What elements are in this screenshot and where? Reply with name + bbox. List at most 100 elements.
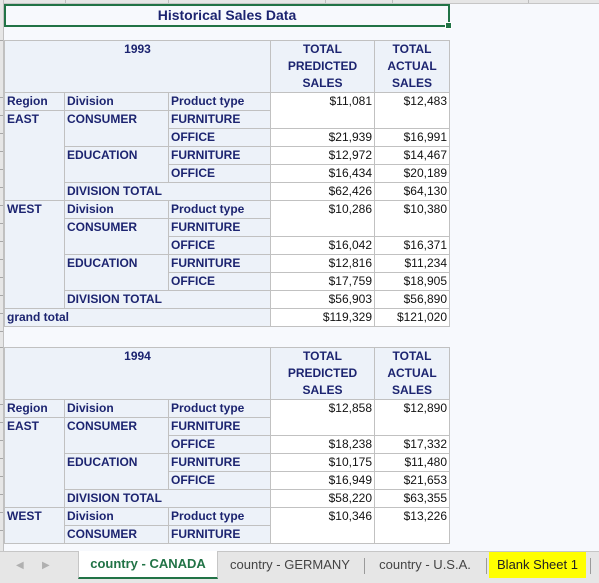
predicted-sales-value[interactable]: $12,972: [270, 146, 375, 165]
grand-total-predicted[interactable]: $119,329: [270, 308, 375, 327]
fill-handle[interactable]: [445, 22, 452, 29]
region-cell[interactable]: WEST: [4, 507, 65, 544]
row-divider[interactable]: [0, 295, 3, 296]
division-cell[interactable]: EDUCATION: [64, 146, 169, 183]
actual-sales-total[interactable]: $64,130: [374, 182, 450, 201]
row-divider[interactable]: [0, 115, 3, 116]
column-divider[interactable]: [168, 0, 169, 3]
predicted-sales-value[interactable]: $17,759: [270, 272, 375, 291]
predicted-sales-total[interactable]: $62,426: [270, 182, 375, 201]
row-divider[interactable]: [0, 440, 3, 441]
actual-sales-value[interactable]: $21,653: [374, 471, 450, 490]
product-type-cell[interactable]: FURNITURE: [168, 254, 271, 273]
year-header[interactable]: 1994: [4, 347, 271, 400]
actual-sales-header[interactable]: TOTAL ACTUAL SALES: [374, 347, 450, 400]
row-divider[interactable]: [0, 223, 3, 224]
row-divider[interactable]: [0, 133, 3, 134]
division-label[interactable]: Division: [64, 507, 169, 526]
product-type-cell[interactable]: OFFICE: [168, 236, 271, 255]
predicted-sales-value[interactable]: $21,939: [270, 128, 375, 147]
row-divider[interactable]: [0, 476, 3, 477]
row-divider[interactable]: [0, 512, 3, 513]
product-type-cell[interactable]: OFFICE: [168, 164, 271, 183]
report-title-cell[interactable]: Historical Sales Data: [4, 4, 452, 29]
product-type-cell[interactable]: FURNITURE: [168, 453, 271, 472]
product-type-cell[interactable]: FURNITURE: [168, 417, 271, 436]
division-label[interactable]: Division: [64, 200, 169, 219]
product-type-label[interactable]: Product type: [168, 92, 271, 111]
actual-sales-value[interactable]: $11,234: [374, 254, 450, 273]
actual-sales-value[interactable]: $16,991: [374, 128, 450, 147]
predicted-sales-value[interactable]: $18,238: [270, 435, 375, 454]
column-divider[interactable]: [528, 0, 529, 3]
actual-sales-total[interactable]: $63,355: [374, 489, 450, 508]
actual-sales-value[interactable]: $17,332: [374, 435, 450, 454]
predicted-sales-header[interactable]: TOTAL PREDICTED SALES: [270, 40, 375, 93]
row-divider[interactable]: [0, 40, 3, 41]
actual-sales-value[interactable]: $10,380: [374, 200, 450, 237]
row-divider[interactable]: [0, 313, 3, 314]
actual-sales-header[interactable]: TOTAL ACTUAL SALES: [374, 40, 450, 93]
tab-country-canada[interactable]: country - CANADA: [78, 551, 218, 579]
tab-country-germany[interactable]: country - GERMANY: [218, 552, 362, 578]
predicted-sales-total[interactable]: $56,903: [270, 290, 375, 309]
product-type-cell[interactable]: FURNITURE: [168, 110, 271, 129]
grand-total-actual[interactable]: $121,020: [374, 308, 450, 327]
region-cell[interactable]: EAST: [4, 110, 65, 201]
product-type-cell[interactable]: FURNITURE: [168, 525, 271, 544]
product-type-label[interactable]: Product type: [168, 507, 271, 526]
predicted-sales-value[interactable]: $16,949: [270, 471, 375, 490]
row-divider[interactable]: [0, 530, 3, 531]
predicted-sales-value[interactable]: $16,042: [270, 236, 375, 255]
product-type-cell[interactable]: OFFICE: [168, 435, 271, 454]
product-type-cell[interactable]: OFFICE: [168, 272, 271, 291]
division-cell[interactable]: CONSUMER: [64, 417, 169, 454]
column-divider[interactable]: [65, 0, 66, 3]
actual-sales-value[interactable]: $13,226: [374, 507, 450, 544]
predicted-sales-value[interactable]: $12,816: [270, 254, 375, 273]
predicted-sales-header[interactable]: TOTAL PREDICTED SALES: [270, 347, 375, 400]
region-header-cell[interactable]: Region: [4, 92, 65, 111]
row-divider[interactable]: [0, 97, 3, 98]
tab-blank-sheet-1[interactable]: Blank Sheet 1: [489, 552, 586, 578]
row-divider[interactable]: [0, 259, 3, 260]
row-divider[interactable]: [0, 187, 3, 188]
next-sheet-icon[interactable]: ▶: [42, 560, 50, 571]
predicted-sales-value[interactable]: $12,858: [270, 399, 375, 436]
division-label[interactable]: Division: [64, 399, 169, 418]
row-divider[interactable]: [0, 277, 3, 278]
row-divider[interactable]: [0, 205, 3, 206]
actual-sales-value[interactable]: $11,480: [374, 453, 450, 472]
division-cell[interactable]: EDUCATION: [64, 453, 169, 490]
actual-sales-value[interactable]: $20,189: [374, 164, 450, 183]
worksheet[interactable]: Historical Sales Data 1993 TOTAL PREDICTED…: [4, 4, 599, 551]
column-divider[interactable]: [392, 0, 393, 3]
predicted-sales-value[interactable]: $16,434: [270, 164, 375, 183]
predicted-sales-value[interactable]: $11,081: [270, 92, 375, 129]
division-total-label[interactable]: DIVISION TOTAL: [64, 489, 271, 508]
row-divider[interactable]: [0, 458, 3, 459]
product-type-cell[interactable]: FURNITURE: [168, 146, 271, 165]
actual-sales-value[interactable]: $12,890: [374, 399, 450, 436]
product-type-label[interactable]: Product type: [168, 200, 271, 219]
row-divider[interactable]: [0, 331, 3, 332]
row-divider[interactable]: [0, 494, 3, 495]
prev-sheet-icon[interactable]: ◀: [16, 560, 24, 571]
column-divider[interactable]: [325, 0, 326, 3]
product-type-cell[interactable]: OFFICE: [168, 471, 271, 490]
division-total-label[interactable]: DIVISION TOTAL: [64, 290, 271, 309]
division-total-label[interactable]: DIVISION TOTAL: [64, 182, 271, 201]
row-divider[interactable]: [0, 404, 3, 405]
product-type-label[interactable]: Product type: [168, 399, 271, 418]
predicted-sales-total[interactable]: $58,220: [270, 489, 375, 508]
product-type-cell[interactable]: FURNITURE: [168, 218, 271, 237]
region-header-cell[interactable]: Region: [4, 399, 65, 418]
product-type-cell[interactable]: OFFICE: [168, 128, 271, 147]
actual-sales-total[interactable]: $56,890: [374, 290, 450, 309]
grand-total-label[interactable]: grand total: [4, 308, 271, 327]
predicted-sales-value[interactable]: $10,175: [270, 453, 375, 472]
division-cell[interactable]: CONSUMER: [64, 218, 169, 255]
row-divider[interactable]: [0, 151, 3, 152]
row-divider[interactable]: [0, 169, 3, 170]
row-divider[interactable]: [0, 241, 3, 242]
